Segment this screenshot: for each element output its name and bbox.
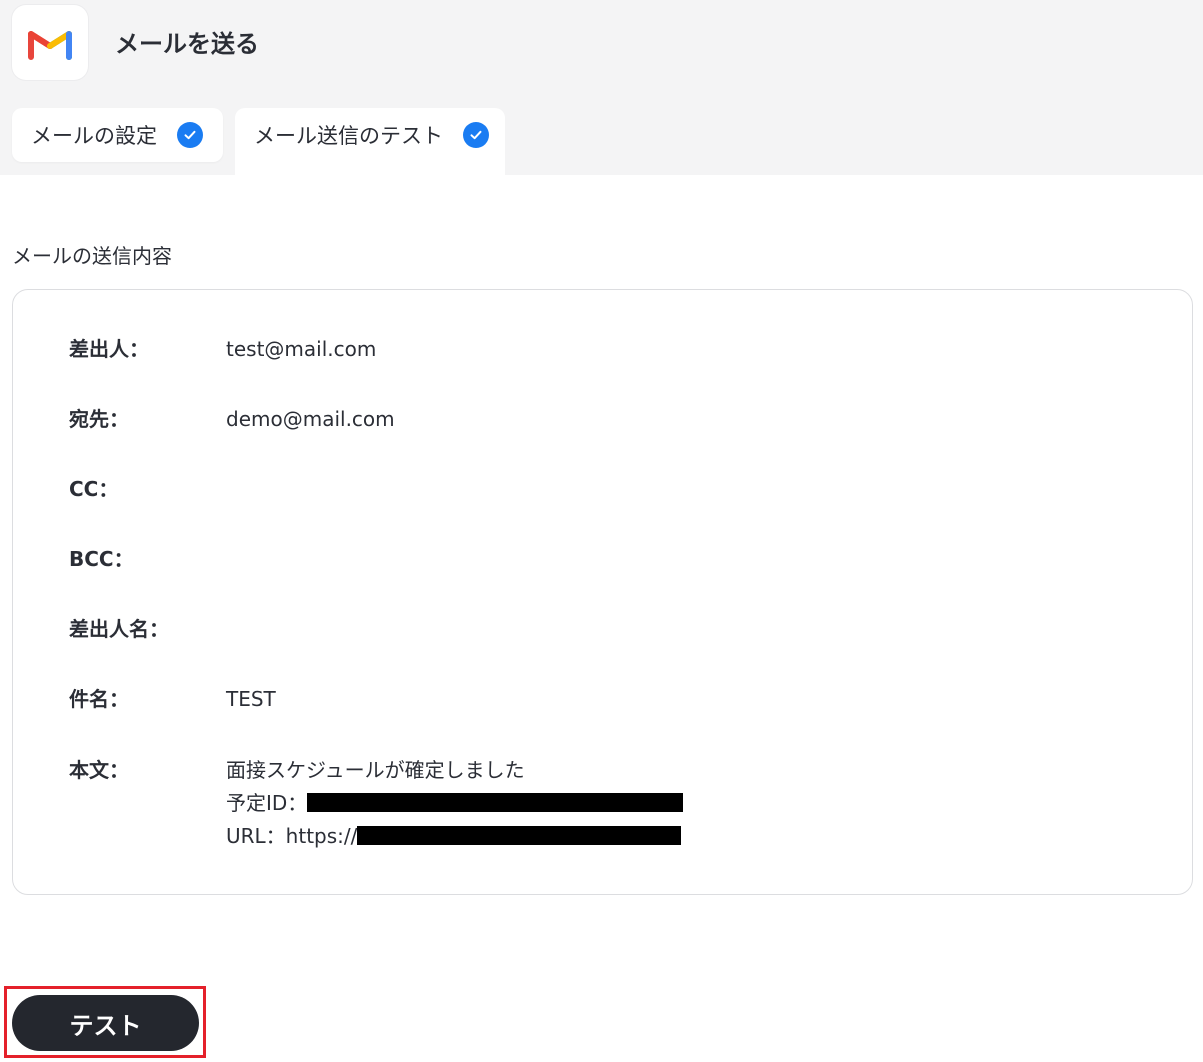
- gmail-icon: [12, 5, 88, 80]
- redaction-bar: [307, 793, 684, 812]
- page-title: メールを送る: [115, 30, 259, 58]
- tab-label: メール送信のテスト: [254, 124, 443, 148]
- mail-content-card: 差出人： test@mail.com 宛先： demo@mail.com CC：…: [12, 289, 1193, 895]
- sender-name-label: 差出人名：: [69, 617, 169, 641]
- tab-mail-settings[interactable]: メールの設定: [12, 108, 223, 162]
- body-label: 本文：: [69, 758, 129, 782]
- body-value: 面接スケジュールが確定しました 予定ID： URL：https://: [226, 753, 684, 852]
- body-text: 面接スケジュールが確定しました: [226, 757, 525, 782]
- tab-mail-send-test[interactable]: メール送信のテスト: [235, 108, 505, 175]
- subject-label: 件名：: [69, 687, 129, 711]
- to-label: 宛先：: [69, 407, 129, 431]
- body-line: 面接スケジュールが確定しました: [226, 753, 683, 786]
- from-label: 差出人：: [69, 337, 149, 361]
- check-circle-icon: [177, 122, 203, 148]
- body-text: 予定ID：: [226, 790, 308, 815]
- body-line: 予定ID：: [226, 786, 684, 819]
- test-button[interactable]: テスト: [12, 995, 199, 1051]
- body-line: URL：https://: [226, 819, 683, 852]
- redaction-bar: [357, 826, 682, 845]
- body-text: URL：https://: [226, 823, 358, 848]
- bcc-label: BCC：: [69, 547, 134, 571]
- tab-label: メールの設定: [31, 124, 157, 148]
- subject-value: TEST: [226, 687, 276, 711]
- to-value: demo@mail.com: [226, 407, 395, 431]
- check-circle-icon: [463, 122, 489, 148]
- from-value: test@mail.com: [226, 337, 377, 361]
- cc-label: CC：: [69, 477, 119, 501]
- section-title: メールの送信内容: [12, 244, 172, 268]
